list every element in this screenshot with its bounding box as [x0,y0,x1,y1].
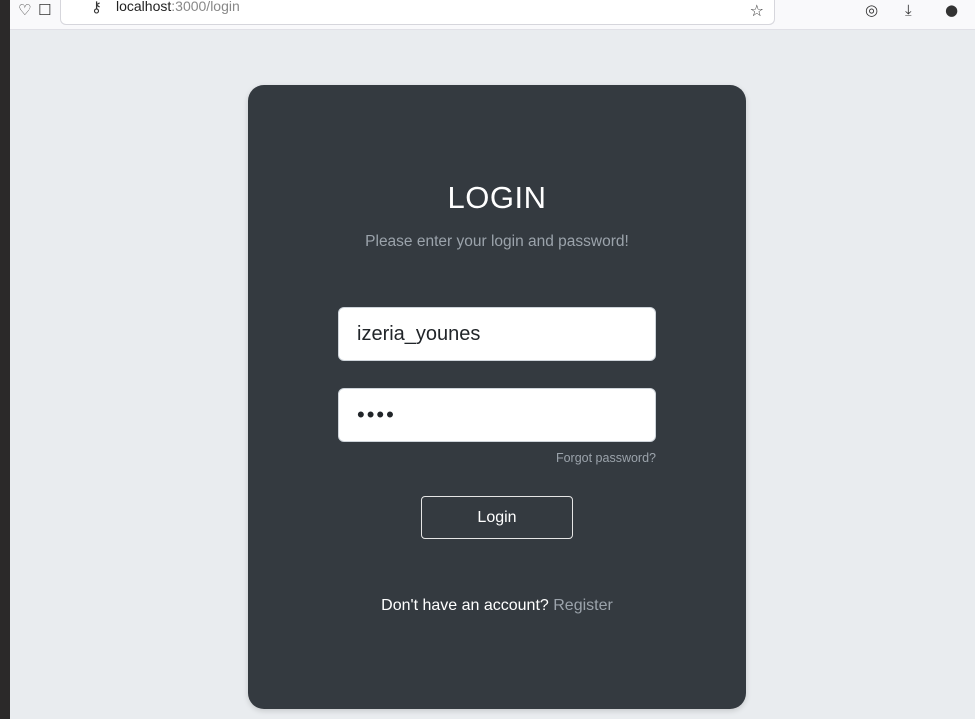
pocket-icon[interactable]: ◎ [865,2,878,18]
page-icon[interactable]: ☐ [38,2,51,18]
password-input[interactable] [338,388,656,442]
login-card: LOGIN Please enter your login and passwo… [248,85,746,709]
no-account-text: Don't have an account? [381,597,549,614]
register-link[interactable]: Register [553,597,613,614]
login-subtitle: Please enter your login and password! [365,233,629,250]
page-title: LOGIN [447,180,547,215]
url-text: localhost:3000/login [116,0,240,14]
page-content: LOGIN Please enter your login and passwo… [10,30,975,719]
register-prompt: Don't have an account? Register [248,597,746,615]
login-button[interactable]: Login [421,496,573,539]
key-icon[interactable]: ⚷ [91,0,102,15]
shield-icon[interactable]: ♡ [18,2,31,18]
download-icon[interactable]: ⤓ [905,2,912,18]
username-input[interactable] [338,307,656,361]
forgot-password-link[interactable]: Forgot password? [556,451,656,465]
browser-toolbar: ♡ ☐ ⚷ localhost:3000/login ☆ ◎ ⤓ ● [10,0,975,30]
account-icon[interactable]: ● [945,2,958,18]
address-bar[interactable]: ⚷ localhost:3000/login ☆ [60,0,775,25]
star-icon[interactable]: ☆ [750,1,764,20]
